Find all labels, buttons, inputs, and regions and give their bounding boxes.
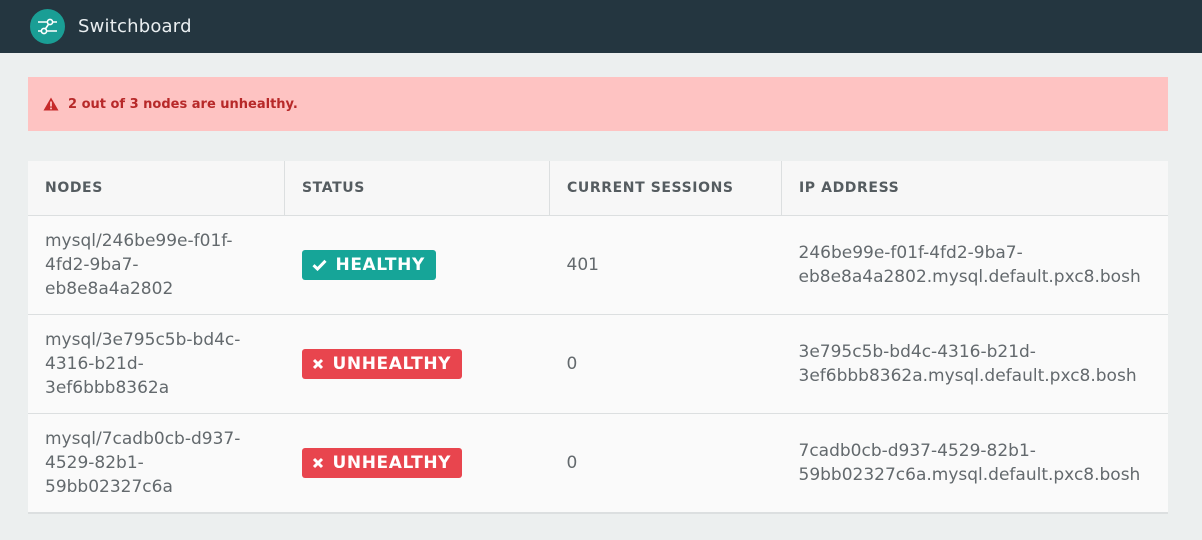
x-icon [312,457,323,469]
unhealthy-nodes-alert: 2 out of 3 nodes are unhealthy. [28,77,1168,131]
warning-triangle-icon [43,97,59,111]
column-header-current-sessions[interactable]: CURRENT SESSIONS [549,161,782,216]
status-label: UNHEALTHY [332,354,452,374]
status-badge: HEALTHY [301,250,436,280]
status-cell: UNHEALTHY [284,314,550,414]
ip-cell: 246be99e-f01f-4fd2-9ba7-eb8e8a4a2802.mys… [781,215,1168,315]
node-cell: mysql/246be99e-f01f-4fd2-9ba7-eb8e8a4a28… [28,215,285,315]
column-header-nodes[interactable]: NODES [28,161,285,216]
status-cell: HEALTHY [284,215,550,315]
node-name: mysql/3e795c5b-bd4c-4316-b21d-3ef6bbb836… [45,330,241,398]
top-navigation-bar: Switchboard [0,0,1202,53]
node-name: mysql/246be99e-f01f-4fd2-9ba7-eb8e8a4a28… [45,231,233,299]
status-label: HEALTHY [335,255,425,275]
node-cell: mysql/7cadb0cb-d937-4529-82b1-59bb02327c… [28,414,285,513]
table-row: mysql/246be99e-f01f-4fd2-9ba7-eb8e8a4a28… [28,215,1168,315]
current-sessions-value: 401 [549,215,782,315]
status-label: UNHEALTHY [332,453,452,473]
current-sessions-value: 0 [566,453,578,473]
table-header-row: NODES STATUS CURRENT SESSIONS IP ADDRESS [28,161,1168,216]
node-cell: mysql/3e795c5b-bd4c-4316-b21d-3ef6bbb836… [28,314,285,414]
alert-message: 2 out of 3 nodes are unhealthy. [68,96,298,112]
ip-address: 7cadb0cb-d937-4529-82b1-59bb02327c6a.mys… [798,441,1141,485]
app-title: Switchboard [78,16,192,37]
status-badge: UNHEALTHY [301,448,463,478]
ip-cell: 7cadb0cb-d937-4529-82b1-59bb02327c6a.mys… [782,414,1169,513]
switchboard-logo-icon [30,9,65,44]
ip-cell: 3e795c5b-bd4c-4316-b21d-3ef6bbb8362a.mys… [781,314,1168,414]
ip-address: 246be99e-f01f-4fd2-9ba7-eb8e8a4a2802.mys… [798,243,1141,287]
x-icon [312,358,323,370]
column-header-ip-address[interactable]: IP ADDRESS [781,161,1168,216]
node-name: mysql/7cadb0cb-d937-4529-82b1-59bb02327c… [45,429,241,497]
current-sessions-value: 0 [549,314,782,414]
nodes-table: NODES STATUS CURRENT SESSIONS IP ADDRESS… [28,161,1168,514]
check-icon [311,259,327,271]
table-row: mysql/7cadb0cb-d937-4529-82b1-59bb02327c… [28,414,1168,513]
status-cell: UNHEALTHY [285,414,550,513]
table-row: mysql/3e795c5b-bd4c-4316-b21d-3ef6bbb836… [28,314,1168,414]
status-badge: UNHEALTHY [301,349,463,379]
ip-address: 3e795c5b-bd4c-4316-b21d-3ef6bbb8362a.mys… [798,342,1137,386]
column-header-status[interactable]: STATUS [284,161,550,216]
